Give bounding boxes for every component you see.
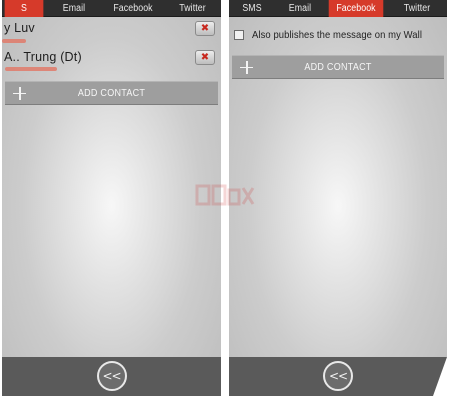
contact-name: y Luv (4, 21, 35, 35)
remove-contact-button[interactable]: ✖ (195, 50, 215, 65)
close-icon: ✖ (200, 51, 210, 63)
publish-to-wall-label: Also publishes the message on my Wall (252, 29, 423, 41)
tab-email[interactable]: Email (278, 0, 322, 17)
tab-facebook[interactable]: Facebook (106, 0, 161, 17)
tab-email[interactable]: Email (49, 0, 98, 17)
contact-item: A.. Trung (Dt) ✖ (2, 48, 221, 71)
bottom-bar: << (2, 357, 221, 396)
page-curl-corner (433, 357, 447, 396)
tab-bar: S Email Facebook Twitter (2, 0, 221, 17)
contact-name: A.. Trung (Dt) (4, 50, 82, 64)
tab-twitter[interactable]: Twitter (167, 0, 217, 17)
right-screen: SMS Email Facebook Twitter Also publishe… (229, 0, 447, 396)
remove-contact-button[interactable]: ✖ (195, 21, 215, 36)
tab-sms[interactable]: S (4, 0, 44, 17)
redaction-scribble (2, 39, 26, 43)
tab-facebook[interactable]: Facebook (328, 0, 384, 17)
back-button[interactable]: << (96, 361, 127, 391)
close-icon: ✖ (200, 22, 210, 34)
watermark-logo (195, 184, 255, 206)
tab-twitter[interactable]: Twitter (391, 0, 444, 17)
tab-sms[interactable]: SMS (232, 0, 272, 17)
add-contact-label: ADD CONTACT (77, 88, 146, 99)
publish-to-wall-option[interactable]: Also publishes the message on my Wall (234, 28, 441, 42)
add-contact-label: ADD CONTACT (304, 62, 372, 73)
left-screen: S Email Facebook Twitter y Luv ✖ A.. Tru… (2, 0, 221, 396)
back-button[interactable]: << (323, 361, 353, 391)
add-contact-button[interactable]: ADD CONTACT (232, 55, 444, 79)
add-contact-button[interactable]: ADD CONTACT (5, 81, 218, 105)
bottom-bar: << (229, 357, 447, 396)
tab-bar: SMS Email Facebook Twitter (229, 0, 447, 17)
contact-item: y Luv ✖ (2, 19, 221, 43)
publish-to-wall-checkbox[interactable] (234, 30, 244, 40)
redaction-scribble (5, 67, 57, 71)
